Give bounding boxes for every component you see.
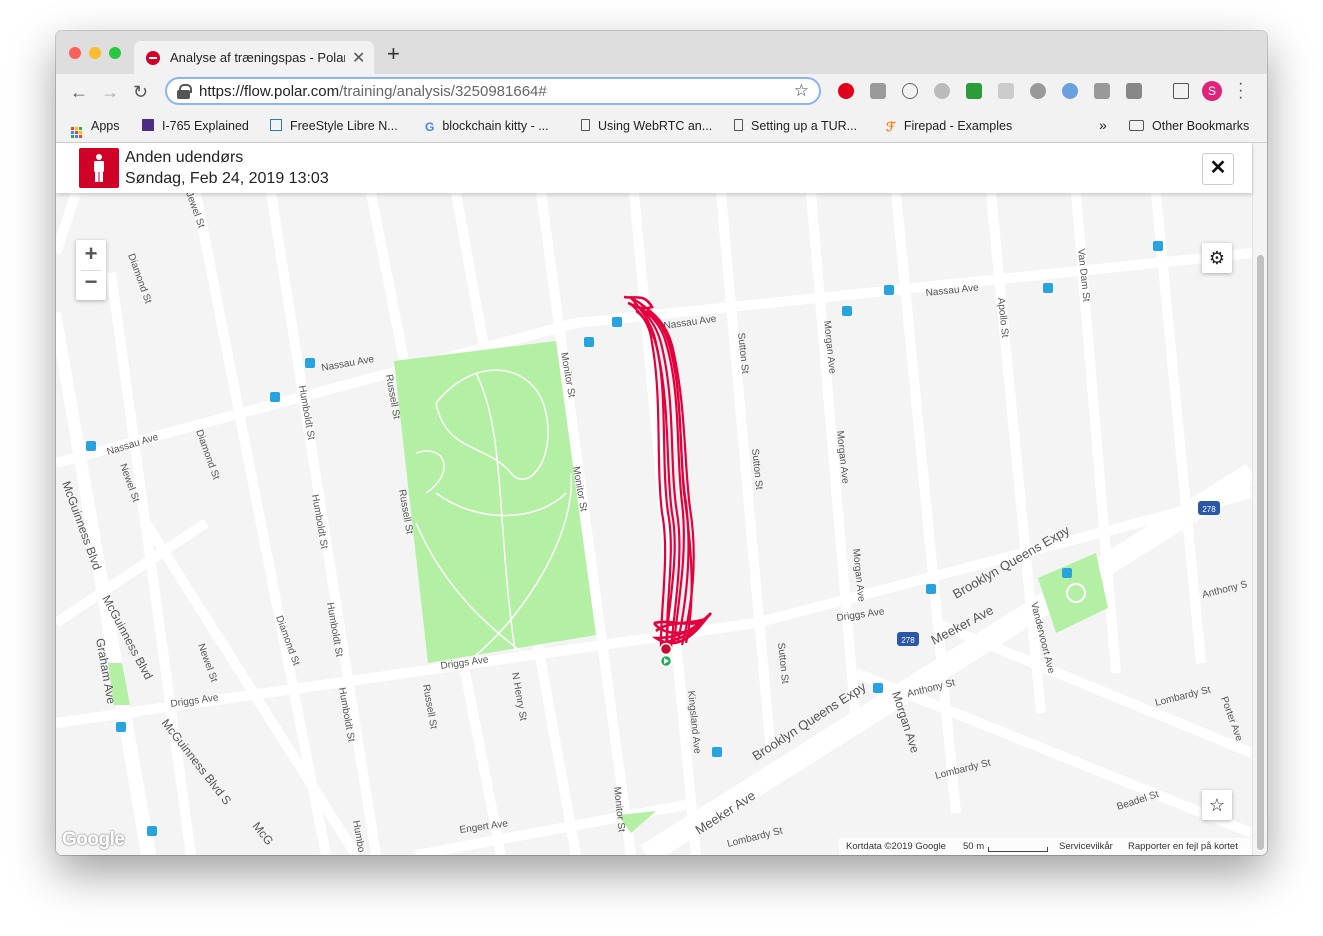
cast-icon[interactable] bbox=[1173, 83, 1189, 99]
svg-text:Beadel St: Beadel St bbox=[1116, 789, 1161, 813]
card-extension-icon[interactable] bbox=[1126, 83, 1142, 99]
document-icon bbox=[581, 119, 590, 131]
apps-grid-icon bbox=[71, 127, 82, 138]
url-text: https://flow.polar.com/training/analysis… bbox=[199, 83, 547, 100]
tab-close-icon[interactable]: ✕ bbox=[352, 48, 365, 68]
close-window-button[interactable] bbox=[69, 47, 81, 59]
firepad-icon: ℱ bbox=[886, 120, 896, 134]
bookmark-apps[interactable]: Apps bbox=[71, 119, 120, 138]
polar-favicon-icon bbox=[146, 51, 160, 65]
svg-text:Russell St: Russell St bbox=[420, 684, 439, 730]
svg-text:McGuinness Blvd S: McGuinness Blvd S bbox=[159, 716, 235, 807]
activity-title: Anden udendørs bbox=[125, 149, 244, 166]
person-sport-icon bbox=[79, 148, 119, 188]
uscis-icon bbox=[142, 119, 154, 131]
bookmark-freestyle[interactable]: FreeStyle Libre N... bbox=[270, 119, 398, 133]
facebook-extension-icon[interactable] bbox=[1094, 83, 1110, 99]
bookmarks-bar: Apps I-765 Explained FreeStyle Libre N..… bbox=[56, 112, 1267, 143]
zoom-out-button[interactable]: − bbox=[76, 269, 106, 295]
training-header: Anden udendørs Søndag, Feb 24, 2019 13:0… bbox=[56, 143, 1252, 193]
svg-text:N Henry St: N Henry St bbox=[509, 672, 528, 722]
bookmark-firepad[interactable]: ℱ Firepad - Examples bbox=[886, 119, 1012, 134]
bookmark-turn[interactable]: Setting up a TUR... bbox=[734, 119, 857, 133]
profile-avatar[interactable]: S bbox=[1202, 81, 1222, 101]
chat-extension-icon[interactable] bbox=[998, 83, 1014, 99]
freestyle-icon bbox=[270, 119, 282, 131]
browser-toolbar: ← → ↻ https://flow.polar.com/training/an… bbox=[56, 74, 1267, 112]
new-tab-button[interactable]: + bbox=[387, 41, 400, 67]
adblock-extension-icon[interactable] bbox=[838, 83, 854, 99]
forward-arrow-icon[interactable]: → bbox=[101, 82, 119, 103]
map-attribution: Kortdata ©2019 Google bbox=[846, 841, 946, 852]
close-analysis-button[interactable]: ✕ bbox=[1202, 153, 1234, 185]
svg-text:Diamond St: Diamond St bbox=[125, 252, 153, 305]
drop-extension-icon[interactable] bbox=[1030, 83, 1046, 99]
svg-text:Nassau Ave: Nassau Ave bbox=[321, 354, 376, 374]
page-scrollbar[interactable] bbox=[1252, 143, 1267, 855]
circle-extension-icon[interactable] bbox=[1062, 83, 1078, 99]
svg-text:Lombardy St: Lombardy St bbox=[726, 825, 784, 849]
menu-dots-icon[interactable]: · · · bbox=[1238, 76, 1243, 106]
zoom-control: + − bbox=[76, 240, 106, 300]
bookmark-webrtc[interactable]: Using WebRTC an... bbox=[581, 119, 712, 133]
cors-extension-icon[interactable] bbox=[966, 83, 982, 99]
page-content: Anden udendørs Søndag, Feb 24, 2019 13:0… bbox=[56, 143, 1267, 855]
map-settings-gear-icon[interactable]: ⚙ bbox=[1202, 243, 1232, 273]
bookmark-blockchain[interactable]: Gblockchain kitty - ... bbox=[425, 119, 549, 134]
svg-text:Lombardy St: Lombardy St bbox=[1154, 684, 1212, 708]
skype-extension-icon[interactable] bbox=[934, 83, 950, 99]
code-extension-icon[interactable] bbox=[902, 83, 918, 99]
google-logo: Google bbox=[62, 829, 125, 850]
svg-text:Sutton St: Sutton St bbox=[775, 642, 790, 684]
bookmarks-overflow-icon[interactable]: » bbox=[1099, 117, 1107, 133]
report-error-link[interactable]: Rapporter en fejl på kortet bbox=[1128, 841, 1238, 852]
activity-date: Søndag, Feb 24, 2019 13:03 bbox=[125, 170, 329, 187]
zoom-in-button[interactable]: + bbox=[76, 241, 106, 267]
svg-text:McG: McG bbox=[250, 819, 277, 848]
svg-text:Apollo St: Apollo St bbox=[995, 297, 1010, 338]
svg-text:278: 278 bbox=[1202, 505, 1216, 514]
route-map[interactable]: Nassau Ave Nassau Ave Nassau Ave Nassau … bbox=[56, 193, 1252, 855]
map-canvas[interactable]: Nassau Ave Nassau Ave Nassau Ave Nassau … bbox=[56, 193, 1252, 855]
map-scale[interactable]: 50 m bbox=[963, 841, 984, 852]
svg-text:Anthony S: Anthony S bbox=[1201, 579, 1249, 601]
bookmark-star-icon[interactable]: ☆ bbox=[794, 81, 809, 101]
favorite-star-icon[interactable]: ☆ bbox=[1202, 790, 1232, 820]
browser-window: Analyse af træningspas - Polar ✕ + ← → ↻… bbox=[56, 31, 1267, 855]
other-bookmarks[interactable]: Other Bookmarks bbox=[1129, 119, 1249, 133]
terms-link[interactable]: Servicevilkår bbox=[1059, 841, 1113, 852]
scrollbar-thumb[interactable] bbox=[1257, 255, 1264, 850]
svg-text:Diamond St: Diamond St bbox=[193, 428, 221, 481]
document-icon bbox=[734, 119, 743, 131]
tab-polar-analysis[interactable]: Analyse af træningspas - Polar ✕ bbox=[134, 41, 374, 74]
address-bar[interactable]: https://flow.polar.com/training/analysis… bbox=[165, 77, 821, 105]
small-park bbox=[1038, 553, 1108, 633]
tab-strip: Analyse af træningspas - Polar ✕ + bbox=[56, 31, 1267, 74]
scale-bar bbox=[988, 847, 1048, 852]
tab-title: Analyse af træningspas - Polar bbox=[170, 50, 345, 65]
minimize-window-button[interactable] bbox=[89, 47, 101, 59]
reload-icon[interactable]: ↻ bbox=[133, 82, 148, 103]
svg-text:Newel St: Newel St bbox=[195, 642, 219, 684]
svg-text:278: 278 bbox=[901, 636, 915, 645]
folder-icon bbox=[1129, 120, 1144, 131]
s-extension-icon[interactable] bbox=[870, 83, 886, 99]
maximize-window-button[interactable] bbox=[109, 47, 121, 59]
google-g-icon: G bbox=[425, 120, 435, 134]
bookmark-i765[interactable]: I-765 Explained bbox=[142, 119, 249, 133]
back-arrow-icon[interactable]: ← bbox=[70, 82, 88, 103]
route-end-marker-icon bbox=[659, 642, 673, 656]
svg-text:Lombardy St: Lombardy St bbox=[934, 757, 992, 781]
